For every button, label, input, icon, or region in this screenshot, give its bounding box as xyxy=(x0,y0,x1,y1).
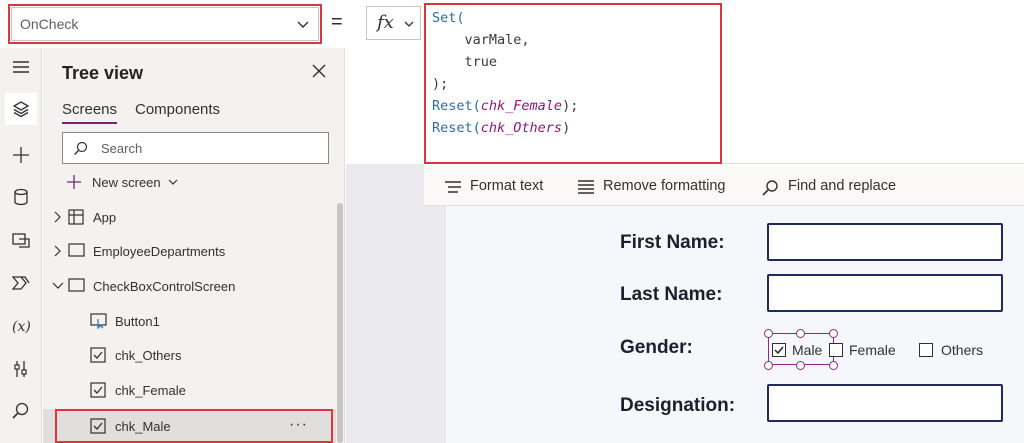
code-line-4: ); xyxy=(432,76,449,92)
checkbox-control-icon xyxy=(90,382,106,398)
tree-node-label: EmployeeDepartments xyxy=(93,244,226,259)
search-icon xyxy=(74,141,88,155)
checkbox-control-icon xyxy=(90,347,106,363)
tree-view-button[interactable] xyxy=(5,93,37,125)
remove-formatting-label: Remove formatting xyxy=(603,178,726,194)
code-line-6: Reset(chk_Others) xyxy=(432,120,571,136)
tools-icon xyxy=(14,361,27,377)
tree-view-panel: Tree view Screens Components Search New … xyxy=(43,48,345,443)
code-line-1: Set( xyxy=(432,10,465,26)
format-toolbar: Format text Remove formatting Find and r… xyxy=(424,166,1024,206)
button-control-icon xyxy=(90,313,107,329)
highlight-box xyxy=(55,409,333,443)
left-rail: (x) xyxy=(0,48,42,443)
search-rail-button[interactable] xyxy=(5,395,37,427)
insert-button[interactable] xyxy=(5,139,37,171)
screen-icon xyxy=(68,243,85,257)
property-dropdown[interactable]: OnCheck xyxy=(8,4,322,44)
resize-handle[interactable] xyxy=(829,361,838,370)
property-dropdown-value: OnCheck xyxy=(20,16,79,32)
tree-node-label: chk_Others xyxy=(115,348,182,363)
equals-sign: = xyxy=(331,11,343,33)
designation-label: Designation: xyxy=(620,395,736,416)
screen-icon xyxy=(68,278,85,292)
hamburger-icon xyxy=(13,61,29,73)
find-replace-label: Find and replace xyxy=(788,178,897,194)
search-input[interactable]: Search xyxy=(62,132,329,164)
tree-node-button1[interactable]: Button1 xyxy=(43,304,336,338)
tree-node-employeedepartments[interactable]: EmployeeDepartments xyxy=(43,234,336,268)
search-placeholder: Search xyxy=(101,141,143,156)
tab-components[interactable]: Components xyxy=(135,101,220,118)
layers-icon xyxy=(12,101,30,118)
chevron-right-icon[interactable] xyxy=(52,245,62,257)
chevron-down-icon xyxy=(297,21,309,28)
tree-node-label: chk_Female xyxy=(115,383,186,398)
checkbox-others[interactable] xyxy=(919,343,933,357)
media-icon xyxy=(12,233,30,248)
chevron-right-icon[interactable] xyxy=(52,211,62,223)
formula-editor[interactable]: Set( varMale, true ); Reset(chk_Female);… xyxy=(424,3,722,164)
code-line-5: Reset(chk_Female); xyxy=(432,98,579,114)
chevron-down-icon[interactable] xyxy=(52,280,64,290)
media-button[interactable] xyxy=(5,224,37,256)
tree-view-title: Tree view xyxy=(62,63,144,83)
format-text-icon xyxy=(445,181,461,193)
tree-node-label: Button1 xyxy=(115,314,160,329)
search-icon xyxy=(762,180,778,196)
checkbox-others-label: Others xyxy=(941,342,984,358)
resize-handle[interactable] xyxy=(764,361,773,370)
checkbox-female[interactable] xyxy=(829,343,843,357)
hamburger-menu-button[interactable] xyxy=(5,52,37,84)
search-icon xyxy=(12,402,29,419)
code-line-2: varMale, xyxy=(464,32,530,48)
app-icon xyxy=(68,209,84,225)
database-icon xyxy=(14,188,28,206)
first-name-label: First Name: xyxy=(620,232,725,253)
tree-node-chk-female[interactable]: chk_Female xyxy=(43,373,336,407)
tab-screens[interactable]: Screens xyxy=(62,101,118,124)
variables-icon: (x) xyxy=(12,319,31,335)
formula-editor-extension[interactable] xyxy=(720,0,1024,164)
tree-node-app[interactable]: App xyxy=(43,200,336,234)
advanced-tools-button[interactable] xyxy=(5,353,37,385)
chevron-down-icon xyxy=(404,21,414,27)
checkmark-icon xyxy=(774,346,784,355)
resize-handle[interactable] xyxy=(796,329,805,338)
plus-icon xyxy=(67,175,81,189)
fx-icon: fx xyxy=(377,12,394,33)
remove-formatting-icon xyxy=(578,180,594,194)
plus-icon xyxy=(13,147,29,163)
resize-handle[interactable] xyxy=(829,329,838,338)
gender-label: Gender: xyxy=(620,337,693,358)
data-button[interactable] xyxy=(5,181,37,213)
new-screen-label: New screen xyxy=(92,175,161,190)
first-name-input[interactable] xyxy=(767,223,1003,261)
tree-node-checkboxcontrolscreen[interactable]: CheckBoxControlScreen xyxy=(43,269,336,303)
svg-text:(x): (x) xyxy=(12,319,31,335)
close-icon[interactable] xyxy=(311,63,327,79)
checkbox-male[interactable] xyxy=(772,343,786,357)
last-name-label: Last Name: xyxy=(620,284,723,305)
last-name-input[interactable] xyxy=(767,274,1003,312)
resize-handle[interactable] xyxy=(764,329,773,338)
checkbox-male-label: Male xyxy=(792,342,823,358)
designation-input[interactable] xyxy=(767,384,1003,422)
tree-node-chk-others[interactable]: chk_Others xyxy=(43,338,336,372)
power-automate-icon xyxy=(12,276,30,290)
power-automate-button[interactable] xyxy=(5,267,37,299)
variables-button[interactable]: (x) xyxy=(5,310,37,342)
chevron-down-icon xyxy=(168,179,178,185)
canvas-background xyxy=(346,164,424,206)
tree-node-label: App xyxy=(93,210,117,225)
fx-button[interactable]: fx xyxy=(366,6,421,40)
format-text-label: Format text xyxy=(470,178,544,194)
tree-scrollbar[interactable] xyxy=(337,203,343,443)
tree-node-label: CheckBoxControlScreen xyxy=(93,279,236,294)
checkbox-female-label: Female xyxy=(849,342,896,358)
resize-handle[interactable] xyxy=(796,361,805,370)
code-line-3: true xyxy=(464,54,498,70)
